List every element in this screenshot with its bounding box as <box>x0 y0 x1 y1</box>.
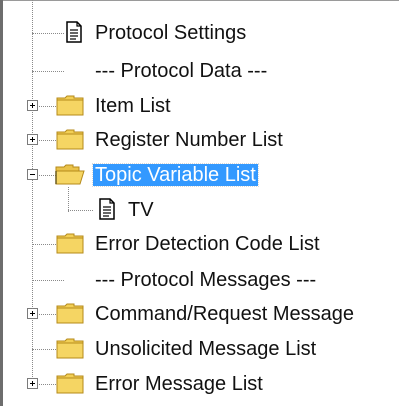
folder-icon <box>56 337 84 359</box>
tree-item-label: --- Protocol Messages --- <box>95 269 317 291</box>
tree-branch-line <box>32 280 64 281</box>
folder-icon <box>56 232 84 254</box>
tree-item-label: Protocol Settings <box>95 22 247 44</box>
tree-item-label: TV <box>128 199 154 221</box>
tree-item-error-message-list[interactable]: Error Message List <box>0 366 399 402</box>
expand-plus-icon[interactable] <box>27 100 38 111</box>
folder-icon <box>56 302 84 324</box>
collapse-minus-icon[interactable] <box>27 169 38 180</box>
expand-plus-icon[interactable] <box>27 378 38 389</box>
tree-item-unsolicited-message-list[interactable]: Unsolicited Message List <box>0 331 399 367</box>
tree-item-label: Item List <box>95 95 171 117</box>
tree-item-error-detection-code-list[interactable]: Error Detection Code List <box>0 226 399 262</box>
tree-item-item-list[interactable]: Item List <box>0 88 399 124</box>
tree-item-label: Unsolicited Message List <box>95 338 317 360</box>
tree-item-tv[interactable]: TV <box>0 192 399 228</box>
tree-branch-line <box>32 71 64 72</box>
tree-item-label: Error Message List <box>95 373 263 395</box>
tree-separator-protocol-messages[interactable]: --- Protocol Messages --- <box>0 262 399 298</box>
tree-item-label: Register Number List <box>95 129 283 151</box>
tree-item-label: Command/Request Message <box>95 303 355 325</box>
tree-item-command-request-message[interactable]: Command/Request Message <box>0 296 399 332</box>
tree-item-label: --- Protocol Data --- <box>95 60 268 82</box>
tree-item-register-number-list[interactable]: Register Number List <box>0 122 399 158</box>
document-icon <box>99 198 115 220</box>
tree-branch-line <box>32 33 64 34</box>
tree-item-label: Error Detection Code List <box>95 233 320 255</box>
frame-top-border <box>0 0 399 1</box>
expand-plus-icon[interactable] <box>27 308 38 319</box>
folder-icon <box>56 128 84 150</box>
tree-item-label: Topic Variable List <box>92 163 259 187</box>
tree-view[interactable]: Protocol Settings --- Protocol Data --- … <box>0 0 399 406</box>
document-icon <box>66 21 82 43</box>
open-folder-icon <box>55 163 85 185</box>
expand-plus-icon[interactable] <box>27 134 38 145</box>
tree-item-protocol-settings[interactable]: Protocol Settings <box>0 15 399 51</box>
tree-branch-line <box>68 210 93 211</box>
folder-icon <box>56 372 84 394</box>
tree-item-topic-variable-list[interactable]: Topic Variable List <box>0 157 399 193</box>
folder-icon <box>56 94 84 116</box>
tree-separator-protocol-data[interactable]: --- Protocol Data --- <box>0 53 399 89</box>
